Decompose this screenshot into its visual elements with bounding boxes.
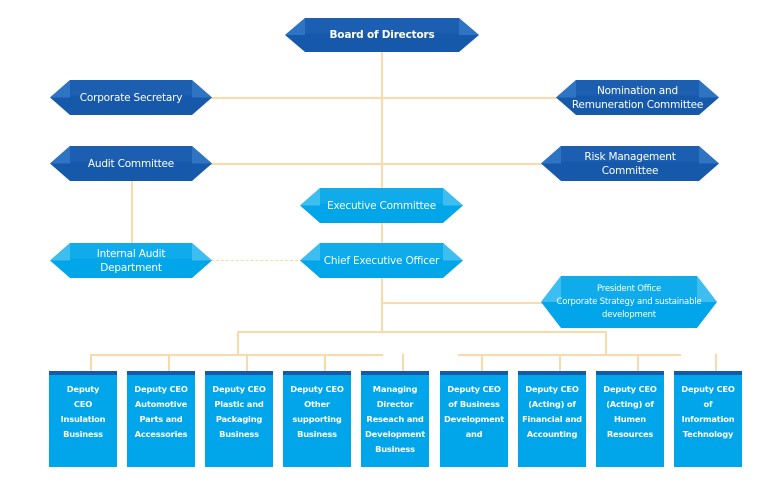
connector-unit-drop [481, 354, 483, 371]
hexagon-right-facet [443, 243, 463, 261]
hexagon-right-facet [443, 188, 463, 206]
node-president-office[interactable]: President Office Corporate Strategy and … [541, 276, 717, 328]
unit-label: Deputy CEO Other supporting Business [290, 384, 344, 439]
hexagon-right-facet [699, 146, 719, 164]
connector-secretary-nomination [210, 97, 560, 99]
connector-right-bus [458, 354, 681, 356]
org-chart: Board of Directors Corporate Secretary N… [0, 0, 768, 501]
node-internal-audit-department[interactable]: Internal Audit Department [50, 243, 212, 278]
node-corporate-secretary[interactable]: Corporate Secretary [50, 80, 212, 115]
hexagon-right-facet [459, 18, 479, 35]
unit-box[interactable]: Deputy CEO Automotive Parts and Accessor… [127, 371, 195, 467]
node-label: Risk Management Committee [584, 150, 676, 177]
hexagon-left-facet [50, 243, 70, 261]
connector-right-drop [605, 331, 607, 355]
unit-label: Managing Director Reseach and Developmen… [365, 384, 425, 454]
node-label: President Office Corporate Strategy and … [556, 283, 702, 320]
connector-left-drop [237, 331, 239, 355]
unit-label: Deputy CEO of Business Development and [444, 384, 504, 439]
unit-label: Deputy CEO Automotive Parts and Accessor… [134, 384, 188, 439]
unit-box[interactable]: Deputy CEO of Information Technology [674, 371, 742, 467]
connector-left-bus [90, 354, 383, 356]
hexagon-left-facet [300, 243, 320, 261]
node-label: Corporate Secretary [79, 91, 183, 104]
unit-box[interactable]: Deputy CEO Other supporting Business [283, 371, 351, 467]
node-nomination-remuneration[interactable]: Nomination and Remuneration Committee [556, 80, 719, 115]
hexagon-right-facet [192, 80, 212, 98]
hexagon-left-facet [285, 18, 305, 35]
node-chief-executive-officer[interactable]: Chief Executive Officer [300, 243, 463, 278]
node-audit-committee[interactable]: Audit Committee [50, 146, 212, 181]
unit-box[interactable]: Deputy CEO (Acting) of Humen Resources [596, 371, 664, 467]
unit-label: Deputy CEO Insulation Business [60, 384, 106, 439]
node-risk-management[interactable]: Risk Management Committee [541, 146, 719, 181]
unit-box[interactable]: Deputy CEO of Business Development and [440, 371, 508, 467]
connector-unit-drop [402, 354, 404, 371]
connector-unit-drop [324, 354, 326, 371]
hexagon-left-facet [300, 188, 320, 206]
node-label: Nomination and Remuneration Committee [571, 84, 704, 111]
unit-label: Deputy CEO (Acting) of Financial and Acc… [522, 384, 582, 439]
node-label: Board of Directors [329, 29, 435, 41]
connector-audit-risk [210, 163, 545, 165]
hexagon-left-facet [50, 146, 70, 164]
hexagon-left-facet [541, 146, 561, 164]
unit-box[interactable]: Deputy CEO Plastic and Packaging Busines… [205, 371, 273, 467]
connector-unit-drop [715, 354, 717, 371]
node-label: Chief Executive Officer [323, 254, 440, 267]
unit-box[interactable]: Deputy CEO Insulation Business [49, 371, 117, 467]
unit-label: Deputy CEO of Information Technology [681, 384, 735, 439]
hexagon-left-facet [50, 80, 70, 98]
unit-box[interactable]: Deputy CEO (Acting) of Financial and Acc… [518, 371, 586, 467]
connector-unit-drop [637, 354, 639, 371]
connector-audit-internal [131, 181, 133, 243]
unit-box[interactable]: Managing Director Reseach and Developmen… [361, 371, 429, 467]
connector-internal-ceo-dashed [211, 260, 303, 261]
unit-label: Deputy CEO Plastic and Packaging Busines… [212, 384, 266, 439]
connector-ceo-president [382, 302, 547, 304]
connector-unit-drop [559, 354, 561, 371]
connector-unit-drop [246, 354, 248, 371]
unit-label: Deputy CEO (Acting) of Humen Resources [603, 384, 657, 439]
node-label: Executive Committee [327, 199, 436, 212]
node-executive-committee[interactable]: Executive Committee [300, 188, 463, 223]
connector-unit-drop [90, 354, 92, 371]
connector-unit-drop [168, 354, 170, 371]
node-label: Audit Committee [87, 157, 175, 170]
connector-units-main [237, 331, 606, 333]
hexagon-right-facet [192, 146, 212, 164]
node-label: Internal Audit Department [96, 247, 166, 274]
node-board-of-directors[interactable]: Board of Directors [285, 18, 479, 52]
hexagon-right-facet [192, 243, 212, 261]
